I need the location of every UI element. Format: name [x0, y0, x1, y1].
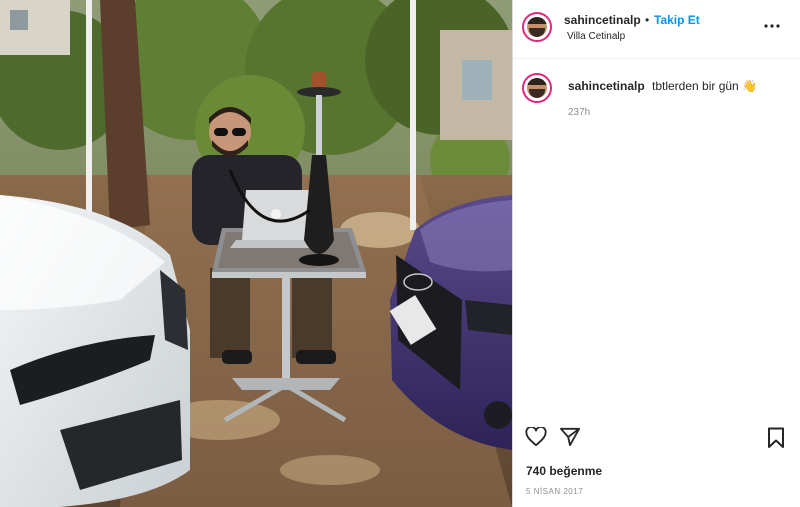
post-date[interactable]: 5 NİSAN 2017: [526, 487, 583, 496]
post-photo[interactable]: [0, 0, 512, 507]
caption-avatar[interactable]: [522, 73, 552, 103]
caption-text: tbtlerden bir gün 👋: [652, 79, 757, 93]
header-separator: •: [645, 13, 650, 27]
likes-count[interactable]: 740 beğenme: [526, 464, 602, 478]
heart-icon[interactable]: [525, 425, 547, 452]
bookmark-icon[interactable]: [766, 427, 786, 454]
caption-time[interactable]: 237h: [568, 107, 590, 118]
post-image: [0, 0, 512, 507]
post-side-panel: [512, 0, 800, 507]
post-header: [513, 0, 800, 59]
post-location[interactable]: Villa Cetinalp: [567, 31, 625, 42]
author-avatar[interactable]: [522, 12, 552, 42]
send-icon[interactable]: [559, 427, 581, 452]
caption-username[interactable]: sahincetinalp: [568, 79, 645, 93]
author-username[interactable]: sahincetinalp: [564, 13, 641, 27]
follow-button[interactable]: Takip Et: [654, 13, 700, 27]
instagram-post: [0, 0, 800, 507]
more-horizontal-icon[interactable]: [764, 16, 780, 34]
